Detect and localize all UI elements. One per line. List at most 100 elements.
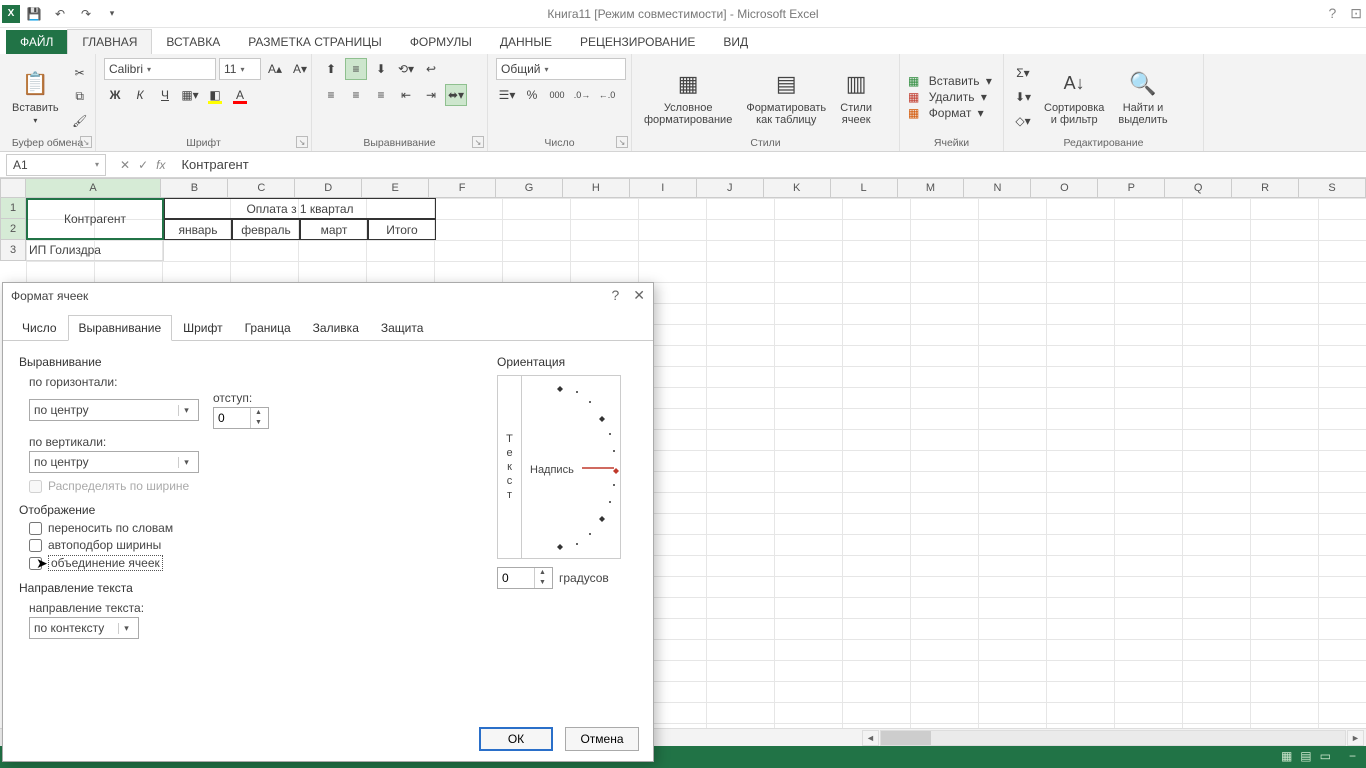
col-header[interactable]: R: [1232, 178, 1299, 198]
italic-button[interactable]: К: [129, 84, 151, 106]
fill-color-button[interactable]: ◧: [204, 84, 226, 106]
col-header[interactable]: G: [496, 178, 563, 198]
find-select-button[interactable]: 🔍Найти и выделить: [1114, 66, 1171, 128]
cell-a3[interactable]: ИП Голиздра: [26, 240, 164, 261]
orientation-button[interactable]: ⟲▾: [395, 58, 417, 80]
format-painter-button[interactable]: 🖌: [69, 110, 91, 132]
autosum-button[interactable]: Σ▾: [1012, 62, 1034, 84]
col-header[interactable]: E: [362, 178, 429, 198]
degrees-spinner[interactable]: ▲▼: [497, 567, 553, 589]
fill-button[interactable]: ⬇▾: [1012, 86, 1034, 108]
clipboard-dialog-launcher[interactable]: ↘: [80, 136, 92, 148]
accounting-format-button[interactable]: ☰▾: [496, 84, 518, 106]
merge-center-button[interactable]: ⬌▾: [445, 84, 467, 106]
wrap-text-checkbox[interactable]: [29, 522, 42, 535]
indent-spinner[interactable]: ▲▼: [213, 407, 269, 429]
col-header[interactable]: P: [1098, 178, 1165, 198]
indent-input[interactable]: [214, 411, 250, 425]
ok-button[interactable]: ОК: [479, 727, 553, 751]
zoom-out-icon[interactable]: −: [1349, 749, 1356, 763]
indent-down-icon[interactable]: ▼: [251, 418, 266, 428]
indent-up-icon[interactable]: ▲: [251, 408, 266, 418]
dialog-tab-border[interactable]: Граница: [234, 315, 302, 341]
col-header[interactable]: F: [429, 178, 496, 198]
col-header[interactable]: J: [697, 178, 764, 198]
dialog-tab-number[interactable]: Число: [11, 315, 68, 341]
cell-d2[interactable]: март: [300, 219, 368, 240]
format-cells-button[interactable]: ▦ Формат ▾: [908, 106, 992, 120]
border-button[interactable]: ▦▾: [179, 84, 201, 106]
decrease-font-button[interactable]: A▾: [289, 58, 311, 80]
insert-cells-button[interactable]: ▦ Вставить ▾: [908, 74, 992, 88]
align-left-button[interactable]: ≡: [320, 84, 342, 106]
ribbon-options-icon[interactable]: ⊡: [1350, 5, 1362, 22]
conditional-formatting-button[interactable]: ▦Условное форматирование: [640, 66, 736, 128]
font-dialog-launcher[interactable]: ↘: [296, 136, 308, 148]
decrease-indent-button[interactable]: ⇤: [395, 84, 417, 106]
text-direction-select[interactable]: по контексту▾: [29, 617, 139, 639]
align-center-button[interactable]: ≡: [345, 84, 367, 106]
scroll-left-arrow[interactable]: ◄: [862, 730, 879, 746]
cell-styles-button[interactable]: ▥Стили ячеек: [836, 66, 876, 128]
tab-formulas[interactable]: ФОРМУЛЫ: [396, 30, 486, 54]
dialog-help-icon[interactable]: ?: [611, 287, 619, 304]
wrap-text-button[interactable]: ↩: [420, 58, 442, 80]
col-header[interactable]: O: [1031, 178, 1098, 198]
row-header[interactable]: 1: [0, 198, 26, 219]
font-name-combo[interactable]: Calibri▾: [104, 58, 216, 80]
tab-home[interactable]: ГЛАВНАЯ: [67, 29, 152, 54]
cancel-formula-icon[interactable]: ✕: [120, 158, 130, 172]
redo-icon[interactable]: ↷: [78, 6, 94, 22]
font-size-combo[interactable]: 11▾: [219, 58, 261, 80]
tab-view[interactable]: ВИД: [709, 30, 762, 54]
orientation-control[interactable]: Текст Надпись: [497, 375, 621, 559]
name-box[interactable]: A1▾: [6, 154, 106, 176]
cancel-button[interactable]: Отмена: [565, 727, 639, 751]
align-middle-button[interactable]: ≡: [345, 58, 367, 80]
dialog-tab-alignment[interactable]: Выравнивание: [68, 315, 173, 341]
cell-b2[interactable]: январь: [164, 219, 232, 240]
decrease-decimal-button[interactable]: ←.0: [596, 84, 618, 106]
col-header[interactable]: H: [563, 178, 630, 198]
row-header[interactable]: 2: [0, 219, 26, 240]
delete-cells-button[interactable]: ▦ Удалить ▾: [908, 90, 992, 104]
col-header[interactable]: Q: [1165, 178, 1232, 198]
fx-icon[interactable]: fx: [156, 158, 165, 172]
degrees-input[interactable]: [498, 571, 534, 585]
dialog-tab-protection[interactable]: Защита: [370, 315, 435, 341]
font-color-button[interactable]: A: [229, 84, 251, 106]
align-bottom-button[interactable]: ⬇: [370, 58, 392, 80]
tab-insert[interactable]: ВСТАВКА: [152, 30, 234, 54]
qat-dropdown-icon[interactable]: ▾: [104, 6, 120, 22]
col-header[interactable]: M: [898, 178, 965, 198]
paste-button[interactable]: 📋 Вставить ▾: [8, 66, 63, 127]
col-header[interactable]: C: [228, 178, 295, 198]
scroll-thumb[interactable]: [881, 731, 931, 745]
shrink-to-fit-checkbox[interactable]: [29, 539, 42, 552]
align-top-button[interactable]: ⬆: [320, 58, 342, 80]
percent-button[interactable]: %: [521, 84, 543, 106]
col-header[interactable]: D: [295, 178, 362, 198]
dialog-tab-font[interactable]: Шрифт: [172, 315, 233, 341]
cell-c2[interactable]: февраль: [232, 219, 300, 240]
tab-data[interactable]: ДАННЫЕ: [486, 30, 566, 54]
enter-formula-icon[interactable]: ✓: [138, 158, 148, 172]
view-page-break-icon[interactable]: ▭: [1320, 749, 1331, 763]
merge-cells-checkbox[interactable]: [29, 557, 42, 570]
select-all-corner[interactable]: [0, 178, 26, 198]
scroll-track[interactable]: [880, 730, 1346, 746]
format-as-table-button[interactable]: ▤Форматировать как таблицу: [742, 66, 830, 128]
row-header[interactable]: 3: [0, 240, 26, 261]
horizontal-align-select[interactable]: по центру▾: [29, 399, 199, 421]
formula-input[interactable]: Контрагент: [173, 157, 1366, 172]
col-header[interactable]: A: [26, 178, 162, 198]
help-icon[interactable]: ?: [1328, 5, 1336, 22]
number-format-combo[interactable]: Общий▾: [496, 58, 626, 80]
view-normal-icon[interactable]: ▦: [1281, 749, 1292, 763]
number-dialog-launcher[interactable]: ↘: [616, 136, 628, 148]
col-header[interactable]: L: [831, 178, 898, 198]
col-header[interactable]: K: [764, 178, 831, 198]
orientation-vertical-text[interactable]: Текст: [498, 376, 522, 558]
cell-a1[interactable]: Контрагент: [26, 198, 164, 240]
underline-button[interactable]: Ч: [154, 84, 176, 106]
